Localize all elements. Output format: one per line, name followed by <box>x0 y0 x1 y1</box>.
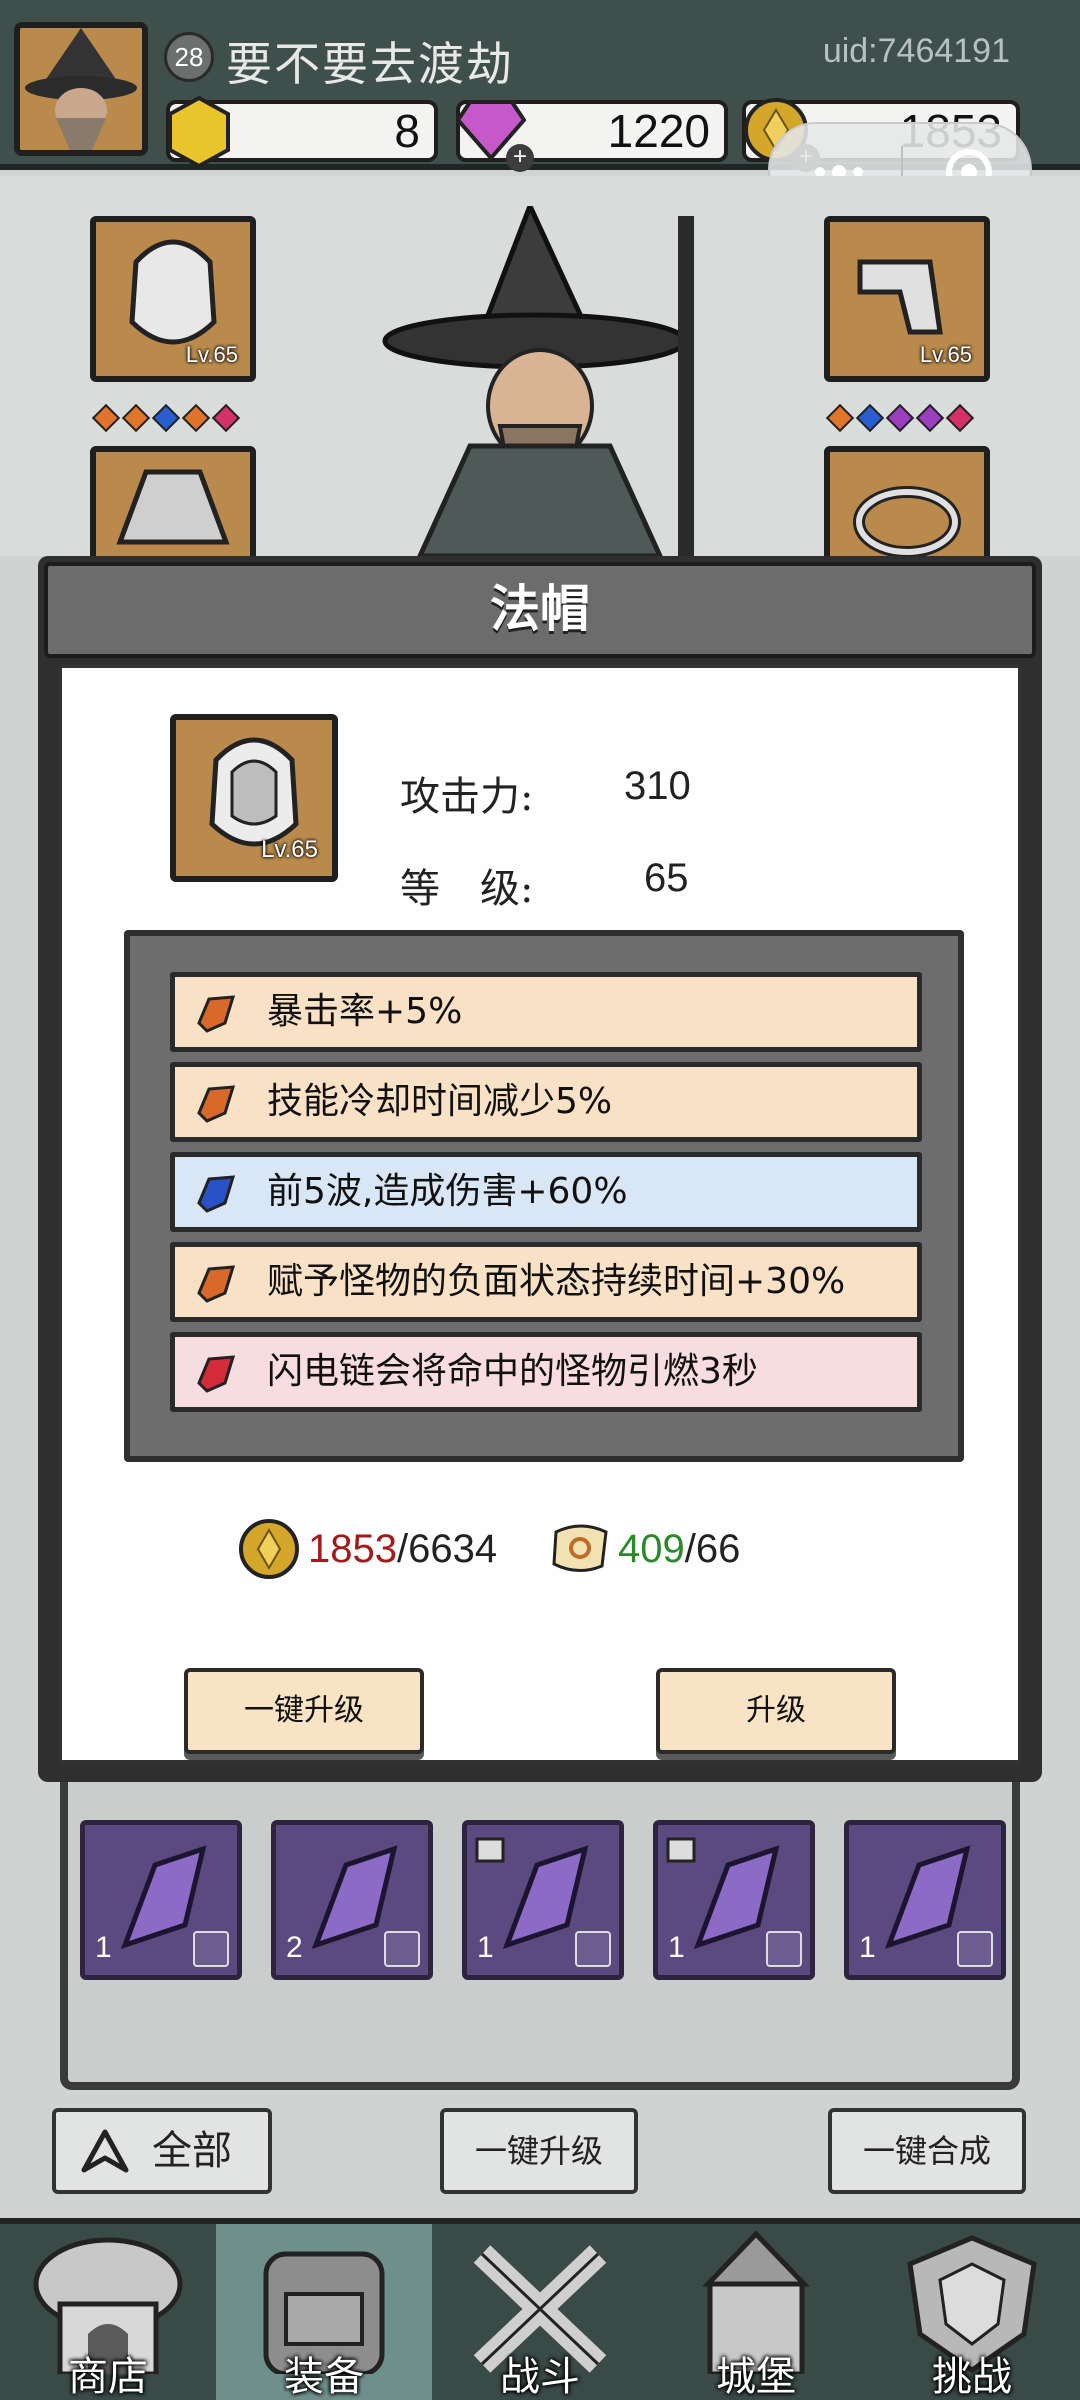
attribute-row: 技能冷却时间减少5% <box>170 1062 922 1142</box>
upgrade-button[interactable]: 升级 <box>656 1668 896 1754</box>
attribute-panel: 暴击率+5% 技能冷却时间减少5% 前5波,造成伤害+60% 赋予怪物的负面状态… <box>124 930 964 1462</box>
attack-stat: 攻击力: 310 <box>400 764 691 822</box>
scroll-have: 409 <box>618 1527 685 1571</box>
scroll-cost: 409/66 <box>548 1514 788 1584</box>
attribute-row: 暴击率+5% <box>170 972 922 1052</box>
item-level-badge: Lv.65 <box>261 836 318 863</box>
orange-gem-icon <box>197 995 236 1033</box>
item-icon: Lv.65 <box>170 714 338 882</box>
modal-title: 法帽 <box>44 562 1036 658</box>
coin-need: /6634 <box>396 1527 498 1571</box>
attribute-text: 赋予怪物的负面状态持续时间+30% <box>267 1261 846 1302</box>
scroll-cost-text: 409/66 <box>618 1514 740 1584</box>
attribute-text: 闪电链会将命中的怪物引燃3秒 <box>267 1351 758 1392</box>
red-gem-icon <box>197 1355 236 1393</box>
equipment-detail-modal: 法帽 Lv.65 攻击力: 310 等 级: 65 暴击率+5% 技能冷却时间减… <box>38 556 1042 1782</box>
level-label: 等 级: <box>400 866 534 912</box>
level-stat: 等 级: 65 <box>400 856 689 914</box>
scroll-icon <box>552 1524 608 1572</box>
modal-body: Lv.65 攻击力: 310 等 级: 65 暴击率+5% 技能冷却时间减少5%… <box>58 664 1022 1764</box>
coin-cost-text: 1853/6634 <box>308 1514 497 1584</box>
one-click-upgrade-button[interactable]: 一键升级 <box>184 1668 424 1754</box>
coin-cost: 1853/6634 <box>238 1514 498 1584</box>
blue-gem-icon <box>197 1175 236 1213</box>
attribute-row: 闪电链会将命中的怪物引燃3秒 <box>170 1332 922 1412</box>
coin-have: 1853 <box>308 1527 397 1571</box>
attribute-row: 前5波,造成伤害+60% <box>170 1152 922 1232</box>
attribute-text: 暴击率+5% <box>267 991 463 1032</box>
orange-gem-icon <box>197 1265 236 1303</box>
coin-icon <box>239 1519 299 1579</box>
attribute-row: 赋予怪物的负面状态持续时间+30% <box>170 1242 922 1322</box>
attribute-text: 前5波,造成伤害+60% <box>267 1171 628 1212</box>
orange-gem-icon <box>197 1085 236 1123</box>
scroll-need: /66 <box>684 1527 741 1571</box>
attack-label: 攻击力: <box>400 774 534 820</box>
level-value: 65 <box>644 856 689 900</box>
attribute-text: 技能冷却时间减少5% <box>267 1081 613 1122</box>
attack-value: 310 <box>624 764 691 808</box>
